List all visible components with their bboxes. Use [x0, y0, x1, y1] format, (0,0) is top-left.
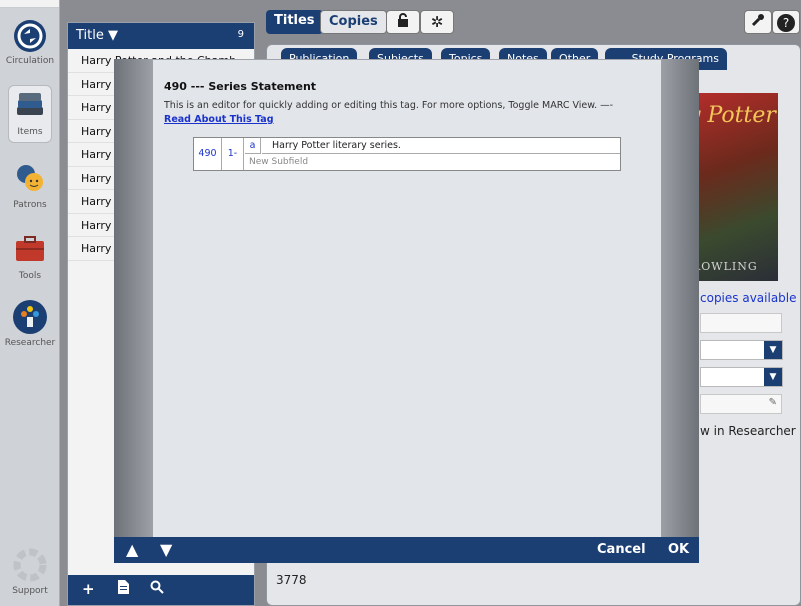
top-strip: [0, 0, 59, 8]
subfield-code[interactable]: a: [245, 138, 261, 154]
patrons-icon: [13, 162, 47, 196]
dialog-footer: ▲ ▼ Cancel OK: [114, 537, 699, 563]
wrench-icon: [751, 13, 765, 31]
cover-image: y Potter ROWLING: [686, 93, 778, 281]
list-footer: +: [68, 575, 254, 605]
nav-researcher[interactable]: Researcher: [0, 300, 60, 348]
list-header[interactable]: Title ▼ 9: [68, 23, 254, 49]
right-select-2[interactable]: ▼: [700, 367, 783, 387]
chevron-down-icon: ▼: [764, 341, 782, 359]
marc-indicators[interactable]: 1-: [222, 138, 244, 170]
list-header-label[interactable]: Title ▼: [76, 28, 118, 43]
settings-button[interactable]: ✲: [420, 10, 454, 34]
app-sidebar: Circulation Items Patrons Tools Research…: [0, 0, 60, 606]
marc-tag[interactable]: 490: [194, 138, 222, 170]
new-subfield-input[interactable]: New Subfield: [245, 155, 620, 170]
nav-tools-label: Tools: [18, 271, 42, 281]
nav-tools[interactable]: Tools: [0, 233, 60, 281]
move-down-icon[interactable]: ▼: [160, 540, 172, 559]
chevron-down-icon: ▼: [764, 368, 782, 386]
add-icon[interactable]: +: [82, 580, 95, 598]
nav-patrons-label: Patrons: [13, 200, 47, 210]
bottom-value: 3778: [276, 573, 307, 587]
ok-button[interactable]: OK: [668, 542, 689, 557]
right-select-1[interactable]: ▼: [700, 340, 783, 360]
lock-icon: [396, 13, 410, 31]
items-icon: [13, 89, 47, 123]
pencil-icon[interactable]: ✎: [769, 397, 777, 408]
researcher-icon: [13, 300, 47, 334]
move-up-icon[interactable]: ▲: [126, 540, 138, 559]
cover-title: y Potter: [688, 103, 776, 128]
help-icon: ?: [777, 14, 795, 32]
lock-button[interactable]: [386, 10, 420, 34]
subfield-value[interactable]: Harry Potter literary series.: [262, 138, 620, 154]
read-about-tag-link[interactable]: Read About This Tag: [164, 114, 274, 125]
nav-items-label: Items: [17, 127, 43, 137]
circulation-icon: [14, 20, 46, 52]
view-in-researcher-link[interactable]: w in Researcher: [700, 424, 796, 438]
tools-icon: [13, 233, 47, 267]
right-field-2[interactable]: ✎: [700, 394, 782, 414]
dialog-title: 490 --- Series Statement: [164, 80, 317, 93]
cancel-button[interactable]: Cancel: [597, 542, 646, 557]
copies-available-link[interactable]: copies available: [700, 291, 797, 305]
marc-field-editor: 490 1- a Harry Potter literary series. N…: [193, 137, 621, 171]
nav-support[interactable]: Support: [0, 548, 60, 596]
cover-author: ROWLING: [692, 260, 758, 273]
dialog-description: This is an editor for quickly adding or …: [164, 100, 614, 111]
nav-researcher-label: Researcher: [4, 338, 56, 348]
support-icon: [13, 548, 47, 582]
tab-titles[interactable]: Titles: [266, 10, 323, 34]
help-button[interactable]: ?: [772, 10, 800, 34]
nav-circulation-label: Circulation: [5, 56, 55, 66]
marc-editor-dialog: 490 --- Series Statement This is an edit…: [153, 60, 661, 537]
wrench-button[interactable]: [744, 10, 772, 34]
search-icon[interactable]: [150, 580, 164, 598]
document-icon[interactable]: [118, 580, 129, 598]
nav-support-label: Support: [12, 586, 48, 596]
tab-copies[interactable]: Copies: [320, 10, 387, 34]
gear-icon: ✲: [430, 13, 444, 31]
right-field-1[interactable]: [700, 313, 782, 333]
nav-patrons[interactable]: Patrons: [0, 162, 60, 210]
nav-circulation[interactable]: Circulation: [0, 20, 60, 66]
list-count: 9: [237, 29, 244, 40]
nav-items[interactable]: Items: [0, 85, 60, 143]
